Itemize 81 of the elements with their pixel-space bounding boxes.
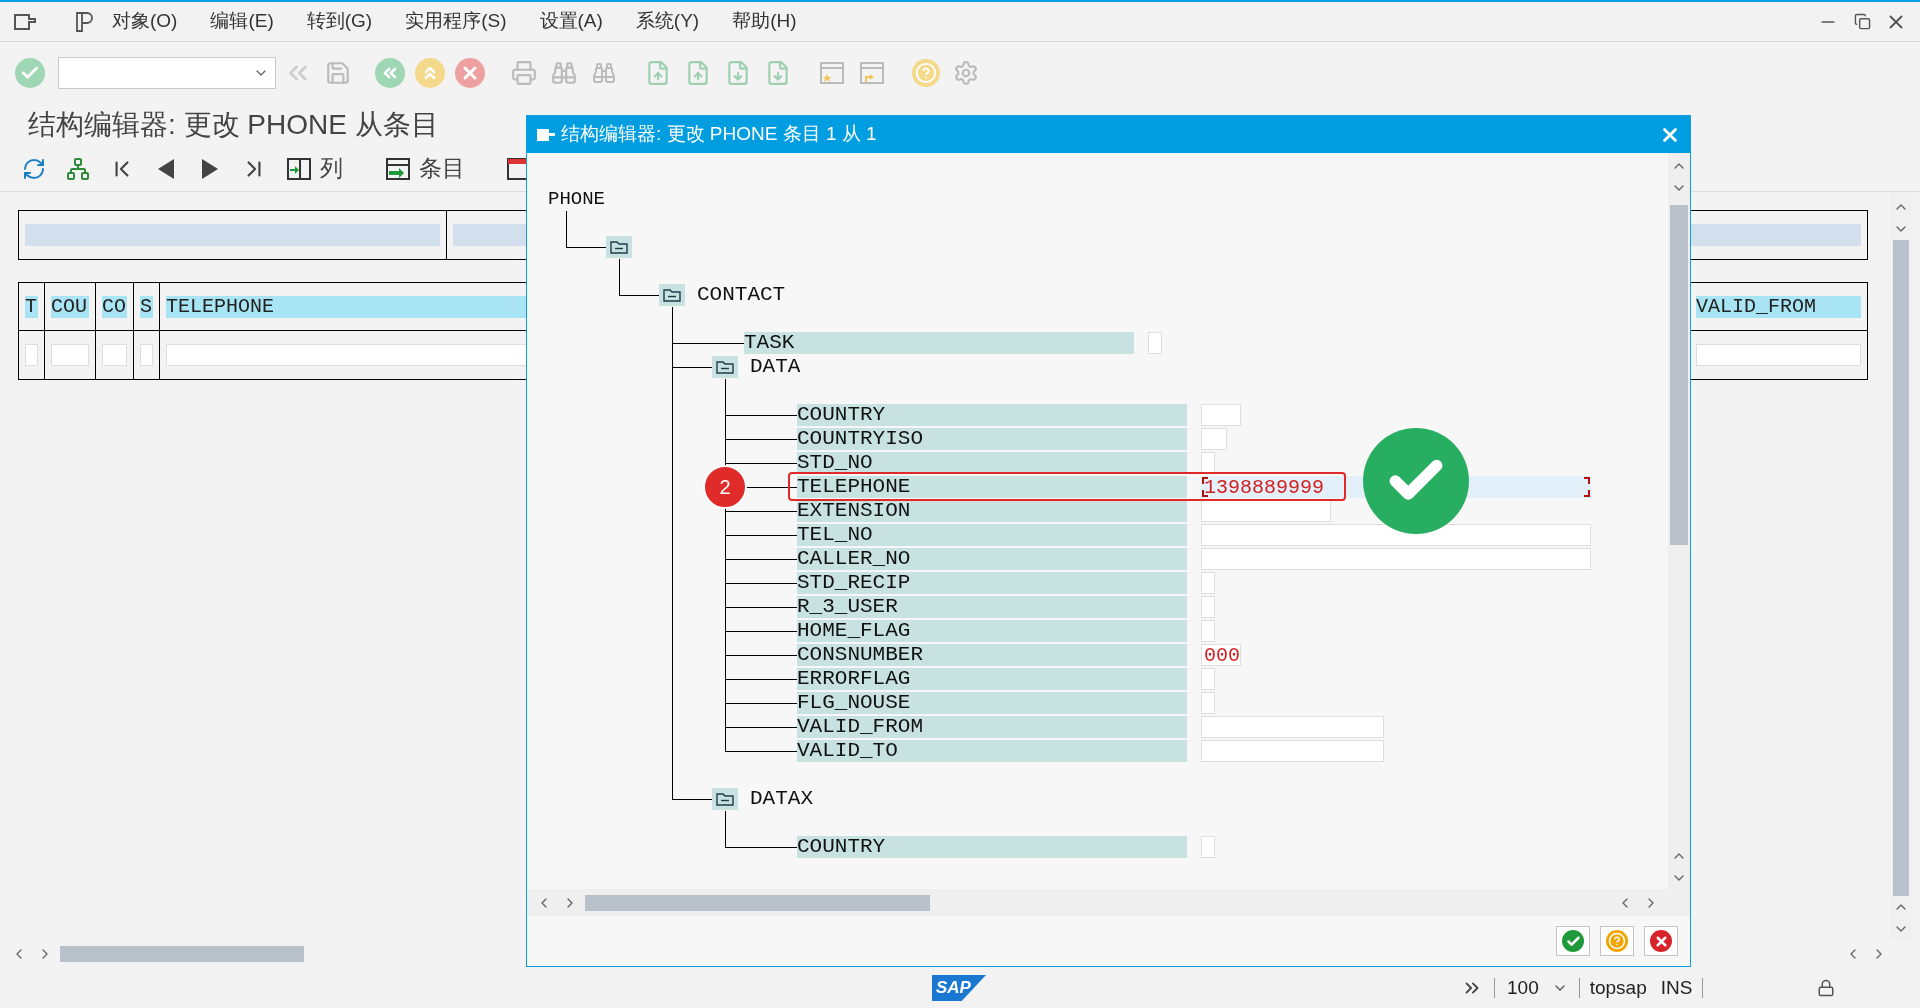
field-label: HOME_FLAG bbox=[797, 620, 1187, 642]
field-label: STD_NO bbox=[797, 452, 1187, 474]
value-field[interactable] bbox=[1201, 404, 1241, 426]
dialog-title: 结构编辑器: 更改 PHONE 条目 1 从 1 bbox=[561, 122, 877, 147]
cancel-button[interactable] bbox=[1644, 926, 1678, 956]
field-label: COUNTRY bbox=[797, 836, 1187, 858]
value-field[interactable] bbox=[1201, 740, 1384, 762]
root-label[interactable]: PHONE bbox=[548, 187, 605, 214]
table-cell[interactable] bbox=[102, 344, 127, 366]
field-label: VALID_TO bbox=[797, 740, 1187, 762]
menu-item[interactable]: 设置(A) bbox=[539, 7, 603, 36]
value-field[interactable] bbox=[1201, 500, 1331, 522]
row-layout-icon bbox=[385, 156, 411, 181]
columns-button[interactable]: 列 bbox=[286, 151, 343, 186]
collapse-folder-icon[interactable] bbox=[712, 356, 738, 378]
field-label: ERRORFLAG bbox=[797, 668, 1187, 690]
collapse-folder-icon[interactable] bbox=[606, 236, 632, 258]
column-header[interactable]: CO bbox=[102, 295, 127, 318]
menu-item[interactable]: 编辑(E) bbox=[210, 7, 274, 36]
header-field[interactable] bbox=[25, 224, 440, 246]
field-label: COUNTRYISO bbox=[797, 428, 1187, 450]
callout-number: 2 bbox=[703, 465, 747, 509]
collapse-folder-icon[interactable] bbox=[712, 788, 738, 810]
value-field[interactable] bbox=[1201, 596, 1215, 618]
table-cell[interactable] bbox=[1696, 344, 1861, 366]
scrollbar-thumb[interactable] bbox=[60, 946, 304, 962]
field-label: VALID_FROM bbox=[797, 716, 1187, 738]
table-cell[interactable] bbox=[51, 344, 89, 366]
value-field[interactable] bbox=[1201, 668, 1215, 690]
value-field[interactable] bbox=[1201, 836, 1215, 858]
confirm-button[interactable] bbox=[1556, 926, 1590, 956]
column-header[interactable]: S bbox=[140, 295, 153, 318]
menu-item[interactable]: 帮助(H) bbox=[732, 7, 797, 36]
check-icon bbox=[1562, 930, 1584, 952]
field-label: TELEPHONE bbox=[797, 476, 1187, 498]
value-field[interactable] bbox=[1201, 572, 1215, 594]
scrollbar-thumb[interactable] bbox=[1893, 240, 1909, 896]
node-label[interactable]: DATA bbox=[750, 351, 801, 383]
command-field[interactable] bbox=[58, 57, 276, 89]
logo: SAP bbox=[932, 975, 986, 1001]
node-label[interactable]: CONTACT bbox=[697, 279, 786, 311]
close-icon bbox=[1650, 930, 1672, 952]
field-label: FLG_NOUSE bbox=[797, 692, 1187, 714]
field-label: TEL_NO bbox=[797, 524, 1187, 546]
column-layout-icon bbox=[286, 156, 312, 181]
insert-mode: INS bbox=[1660, 975, 1693, 1000]
value-field[interactable]: 000 bbox=[1201, 644, 1241, 666]
menu-item[interactable]: 对象(O) bbox=[112, 7, 178, 36]
help-icon bbox=[1606, 930, 1628, 952]
page-title: 结构编辑器: 更改 PHONE 从条目 bbox=[28, 108, 439, 142]
field-label: EXTENSION bbox=[797, 500, 1187, 522]
zoom-value: 100 bbox=[1507, 975, 1539, 1000]
value-field[interactable] bbox=[1201, 620, 1215, 642]
collapse-folder-icon[interactable] bbox=[659, 284, 685, 306]
field-label: CONSNUMBER bbox=[797, 644, 1187, 666]
scrollbar-thumb[interactable] bbox=[1670, 205, 1688, 545]
value-field[interactable] bbox=[1201, 716, 1384, 738]
field-label: COUNTRY bbox=[797, 404, 1187, 426]
value-field[interactable] bbox=[1201, 428, 1227, 450]
column-header[interactable]: T bbox=[25, 295, 38, 318]
menu-item[interactable]: 系统(Y) bbox=[635, 7, 700, 36]
help-button[interactable] bbox=[1600, 926, 1634, 956]
entries-button[interactable]: 条目 bbox=[385, 151, 465, 186]
column-header[interactable]: VALID_FROM bbox=[1696, 295, 1861, 318]
field-label: CALLER_NO bbox=[797, 548, 1187, 570]
value-field[interactable] bbox=[1201, 548, 1591, 570]
value-field[interactable] bbox=[1201, 452, 1215, 474]
column-header[interactable]: COU bbox=[51, 295, 89, 318]
menu-item[interactable]: 转到(G) bbox=[306, 7, 373, 36]
scrollbar-thumb[interactable] bbox=[585, 894, 930, 911]
node-label[interactable]: DATAX bbox=[750, 783, 813, 815]
value-field[interactable] bbox=[1148, 332, 1162, 354]
table-cell[interactable] bbox=[25, 344, 38, 366]
value-field[interactable] bbox=[1201, 524, 1591, 546]
menu-item[interactable]: 实用程序(S) bbox=[405, 7, 507, 36]
field-label: STD_RECIP bbox=[797, 572, 1187, 594]
value-field[interactable] bbox=[1201, 692, 1215, 714]
system-name: topsap bbox=[1589, 975, 1647, 1000]
field-label: R_3_USER bbox=[797, 596, 1187, 618]
field-label: TASK bbox=[744, 332, 1134, 354]
table-cell[interactable] bbox=[140, 344, 153, 366]
